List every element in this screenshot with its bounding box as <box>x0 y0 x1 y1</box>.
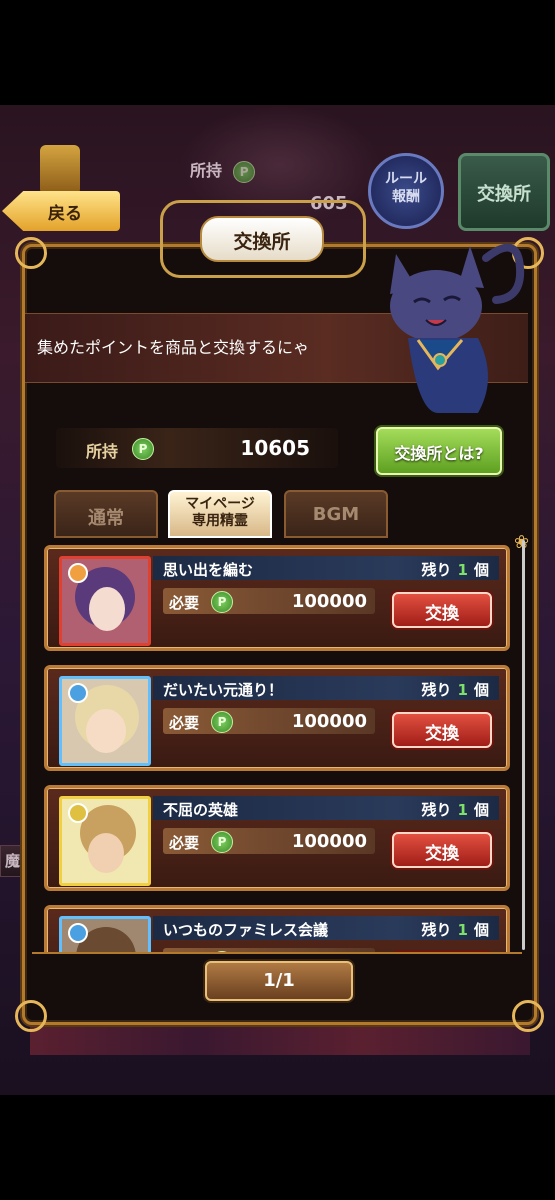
remain-unit: 個 <box>473 681 489 699</box>
item-remain: 残り 1 個 <box>422 799 489 820</box>
required-label: 必要 <box>169 834 200 852</box>
point-coin-icon: P <box>211 831 233 853</box>
remain-label: 残り <box>421 681 452 699</box>
item-portrait <box>59 676 151 766</box>
list-item: いつものファミレス会議 残り1個 必要 P 100000 交換 <box>44 905 510 953</box>
item-required-bar: 必要 P 100000 <box>163 708 375 734</box>
tab-mypage-label-line1: マイページ <box>185 496 255 512</box>
back-button[interactable]: 戻る <box>2 191 120 231</box>
exchange-button-label: 交換 <box>425 604 459 624</box>
tab-bgm[interactable]: BGM <box>284 490 388 538</box>
about-exchange-button[interactable]: 交換所とは? <box>376 427 502 475</box>
remain-count: 1 <box>457 681 468 699</box>
back-button-label: 戻る <box>48 204 82 224</box>
item-portrait <box>59 796 151 886</box>
remain-label: 残り <box>421 561 452 579</box>
remain-count: 1 <box>457 561 468 579</box>
list-item: 不屈の英雄 残り 1 個 必要 P 100000 交換 <box>44 785 510 891</box>
exchange-button[interactable]: 交換 <box>392 592 492 628</box>
title-inner: 交換所 <box>200 216 324 262</box>
points-label: 所持 <box>86 442 119 461</box>
bg-possession-text: 所持 <box>190 161 223 180</box>
laughing-blonde-girl-icon <box>62 679 148 763</box>
point-coin-icon: P <box>132 438 154 460</box>
point-coin-icon: P <box>211 711 233 733</box>
points-value: 10605 <box>240 436 310 460</box>
remain-label: 残り <box>421 921 452 939</box>
point-coin-icon: P <box>211 591 233 613</box>
corner-ornament <box>512 1000 544 1032</box>
bg-rules-button: ルール 報酬 <box>368 153 444 229</box>
exchange-button-label: 交換 <box>425 844 459 864</box>
remain-count: 1 <box>457 801 468 819</box>
pager[interactable]: 1/1 <box>205 961 353 1001</box>
tab-normal-label: 通常 <box>88 508 124 529</box>
item-name-bar: 思い出を編む 残り 1 個 <box>153 556 499 580</box>
item-remain: 残り 1 個 <box>422 679 489 700</box>
remain-unit: 個 <box>473 921 489 939</box>
item-remain: 残り 1 個 <box>422 919 489 940</box>
required-label: 必要 <box>169 594 200 612</box>
pager-label: 1/1 <box>263 970 295 991</box>
description-text: 集めたポイントを商品と交換するにゃ <box>37 338 310 357</box>
page-title: 交換所 <box>233 231 291 253</box>
item-cost: 100000 <box>291 591 367 612</box>
tab-mypage-label-line2: 専用精霊 <box>192 513 248 529</box>
item-name-bar: 不屈の英雄 残り 1 個 <box>153 796 499 820</box>
item-required-bar: 必要 P 100000 <box>163 588 375 614</box>
list-item: だいたい元通り！ 残り 1 個 必要 P 100000 交換 <box>44 665 510 771</box>
item-required-bar: 必要 P 100000 <box>163 828 375 854</box>
exchange-button[interactable]: 交換 <box>392 832 492 868</box>
remain-label: 残り <box>421 801 452 819</box>
about-exchange-label: 交換所とは? <box>394 444 484 463</box>
bg-possession-label: 所持 P <box>190 157 256 183</box>
remain-unit: 個 <box>473 561 489 579</box>
bg-rules-label: ルール 報酬 <box>385 171 427 205</box>
corner-ornament <box>15 1000 47 1032</box>
exchange-button-label: 交換 <box>425 724 459 744</box>
bg-ornament <box>40 145 80 195</box>
brown-haired-boy-icon <box>62 919 148 953</box>
item-name-bar: いつものファミレス会議 残り 1 個 <box>153 916 499 940</box>
bg-side-label: 魔 <box>5 852 21 870</box>
item-remain: 残り 1 個 <box>422 559 489 580</box>
corner-ornament <box>15 237 47 269</box>
tab-mypage-spirits[interactable]: マイページ 専用精霊 <box>168 490 272 538</box>
bg-coin-icon: P <box>233 161 256 183</box>
item-name: 思い出を編む <box>163 561 254 579</box>
exchange-button[interactable]: 交換 <box>392 712 492 748</box>
bg-exchange-button: 交換所 <box>458 153 550 231</box>
remain-unit: 個 <box>473 801 489 819</box>
list-divider <box>32 952 522 954</box>
cat-mascot-icon <box>390 243 525 413</box>
tab-normal[interactable]: 通常 <box>54 490 158 538</box>
purple-haired-girl-icon <box>62 559 148 643</box>
item-name: 不屈の英雄 <box>163 801 239 819</box>
item-portrait <box>59 556 151 646</box>
item-name: いつものファミレス会議 <box>163 921 329 939</box>
blonde-hero-icon <box>62 799 148 883</box>
list-scrollbar[interactable] <box>522 540 525 950</box>
list-item: 思い出を編む 残り 1 個 必要 P 100000 交換 <box>44 545 510 651</box>
required-label: 必要 <box>169 714 200 732</box>
item-list[interactable]: 思い出を編む 残り 1 個 必要 P 100000 交換 だいたい元通り！ 残り 1 個… <box>32 538 522 953</box>
title-plaque: 交換所 <box>160 200 366 278</box>
item-name: だいたい元通り！ <box>163 681 284 699</box>
bg-exchange-label: 交換所 <box>477 184 531 205</box>
item-name-bar: だいたい元通り！ 残り 1 個 <box>153 676 499 700</box>
item-portrait <box>59 916 151 953</box>
tab-bgm-label: BGM <box>312 504 360 525</box>
item-cost: 100000 <box>291 831 367 852</box>
remain-count: 1 <box>457 921 468 939</box>
item-cost: 100000 <box>291 711 367 732</box>
points-bar: 所持 P 10605 <box>56 428 338 468</box>
